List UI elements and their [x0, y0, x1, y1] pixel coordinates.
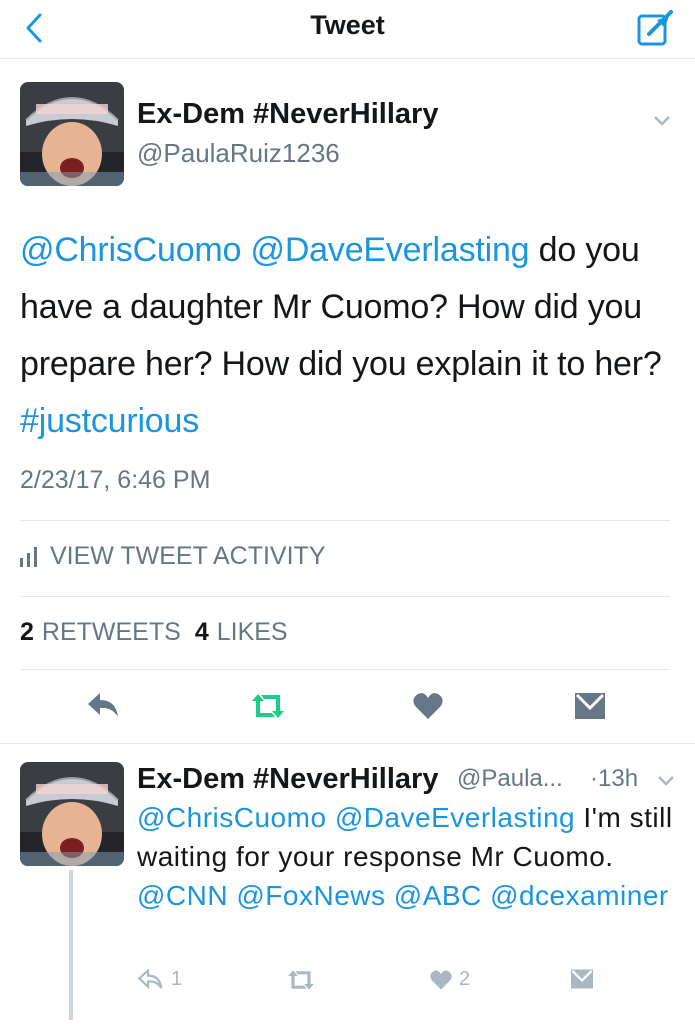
view-tweet-activity-label: VIEW TWEET ACTIVITY [50, 542, 326, 570]
direct-message-button[interactable] [566, 684, 614, 728]
view-tweet-activity-button[interactable]: VIEW TWEET ACTIVITY [20, 542, 326, 571]
reply-timestamp: ·13h [590, 765, 639, 792]
mention-link[interactable]: @ChrisCuomo [137, 802, 327, 833]
like-button[interactable]: 2 [429, 968, 470, 991]
compose-icon [637, 10, 673, 46]
chevron-down-icon[interactable] [652, 766, 680, 794]
avatar[interactable] [20, 82, 124, 186]
likes-label: LIKES [216, 618, 288, 646]
divider [20, 520, 670, 521]
avatar[interactable] [20, 762, 124, 866]
reply-count: 1 [171, 968, 183, 990]
reply-action-bar: 1 2 [137, 968, 657, 1004]
direct-message-button[interactable] [569, 968, 595, 990]
reply-text: @ChrisCuomo @DaveEverlasting I'm still w… [137, 798, 677, 915]
retweet-button[interactable] [285, 968, 317, 992]
bar-chart-icon [20, 546, 37, 567]
avatar-image [20, 762, 124, 866]
retweet-icon [288, 970, 314, 990]
thread-line [69, 870, 73, 1020]
reply-button[interactable]: 1 [137, 968, 182, 991]
reply-icon [88, 693, 118, 717]
hashtag-link[interactable]: #justcurious [20, 402, 199, 440]
heart-icon [413, 693, 443, 719]
reply-button[interactable] [80, 684, 128, 728]
divider [20, 669, 670, 670]
reply-icon [137, 968, 163, 989]
reply-author-handle[interactable]: @Paula... [457, 765, 563, 793]
mention-link[interactable]: @ChrisCuomo [20, 231, 241, 269]
author-name[interactable]: Ex-Dem #NeverHillary [137, 98, 438, 131]
avatar-image [20, 82, 124, 186]
retweet-count: 2 [20, 618, 34, 646]
page-title: Tweet [310, 10, 385, 40]
reply-author-name[interactable]: Ex-Dem #NeverHillary [137, 763, 438, 796]
mention-link[interactable]: @dcexaminer [490, 880, 669, 911]
top-navigation-bar: Tweet [0, 0, 695, 59]
mention-link[interactable]: @FoxNews [236, 880, 385, 911]
retweets-label: RETWEETS [41, 618, 181, 646]
compose-tweet-button[interactable] [631, 4, 679, 52]
tweet-text: @ChrisCuomo @DaveEverlasting do you have… [20, 222, 675, 450]
chevron-down-icon[interactable] [648, 106, 676, 134]
tweet-action-bar [0, 684, 695, 732]
mention-link[interactable]: @CNN [137, 880, 228, 911]
mention-link[interactable]: @DaveEverlasting [251, 231, 530, 269]
retweet-button[interactable] [244, 684, 292, 728]
direct-message-icon [571, 969, 593, 989]
tweet-timestamp: 2/23/17, 6:46 PM [20, 466, 211, 494]
retweet-icon [252, 694, 284, 718]
author-handle[interactable]: @PaulaRuiz1236 [137, 138, 340, 169]
mention-link[interactable]: @ABC [394, 880, 482, 911]
like-button[interactable] [404, 684, 452, 728]
heart-icon [430, 970, 452, 990]
tweet-author-header: Ex-Dem #NeverHillary @PaulaRuiz1236 [20, 82, 680, 186]
like-count: 2 [459, 968, 471, 990]
direct-message-icon [575, 693, 605, 719]
divider [20, 596, 670, 597]
likes-stat[interactable]: 4 LIKES [195, 618, 288, 647]
like-count: 4 [194, 618, 209, 646]
tweet-stats: 2 RETWEETS 4 LIKES [20, 618, 288, 647]
retweets-stat[interactable]: 2 RETWEETS [20, 618, 181, 647]
mention-link[interactable]: @DaveEverlasting [335, 802, 575, 833]
divider [0, 743, 695, 744]
